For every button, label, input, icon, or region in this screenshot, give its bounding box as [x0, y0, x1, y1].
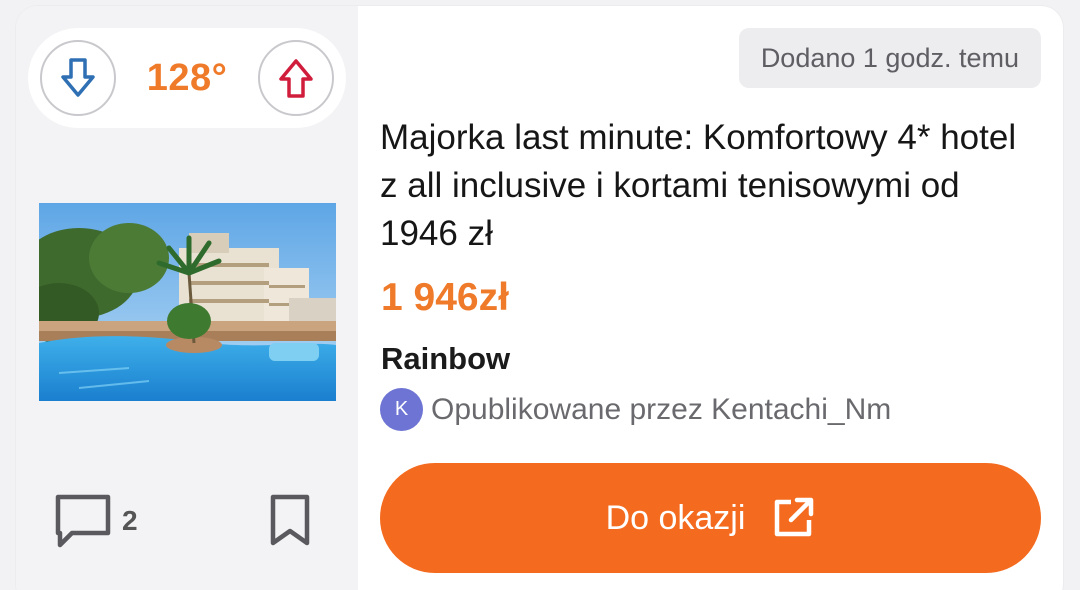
arrow-down-icon: [61, 58, 95, 97]
deal-sidebar: 128° 2: [16, 6, 358, 590]
comments-button[interactable]: 2: [54, 493, 138, 549]
bookmark-button[interactable]: [268, 493, 312, 554]
deal-card[interactable]: 128° 2 Dodano 1 godz. temu Majorka last …: [16, 6, 1063, 590]
downvote-button[interactable]: [40, 40, 116, 116]
vote-box: 128°: [28, 28, 346, 128]
deal-title[interactable]: Majorka last minute: Komfortowy 4* hotel…: [380, 114, 1020, 258]
go-to-deal-label: Do okazji: [605, 498, 746, 537]
arrow-up-icon: [279, 59, 313, 98]
posted-time-badge: Dodano 1 godz. temu: [738, 28, 1041, 88]
poster-text: Opublikowane przez Kentachi_Nm: [431, 392, 892, 426]
hotel-pool-image: [39, 203, 336, 401]
deal-price: 1 946zł: [381, 276, 509, 319]
card-footer-actions: 2: [54, 493, 314, 549]
upvote-button[interactable]: [257, 40, 334, 116]
poster-info[interactable]: K Opublikowane przez Kentachi_Nm: [380, 388, 891, 431]
merchant-name[interactable]: Rainbow: [381, 341, 510, 377]
avatar: K: [380, 388, 423, 431]
deal-temperature: 128°: [146, 56, 228, 99]
go-to-deal-button[interactable]: Do okazji: [380, 463, 1041, 573]
comments-count: 2: [122, 505, 138, 536]
external-link-icon: [775, 497, 814, 537]
comment-icon: [55, 494, 111, 548]
deal-thumbnail[interactable]: [39, 203, 336, 401]
bookmark-icon: [270, 494, 310, 546]
